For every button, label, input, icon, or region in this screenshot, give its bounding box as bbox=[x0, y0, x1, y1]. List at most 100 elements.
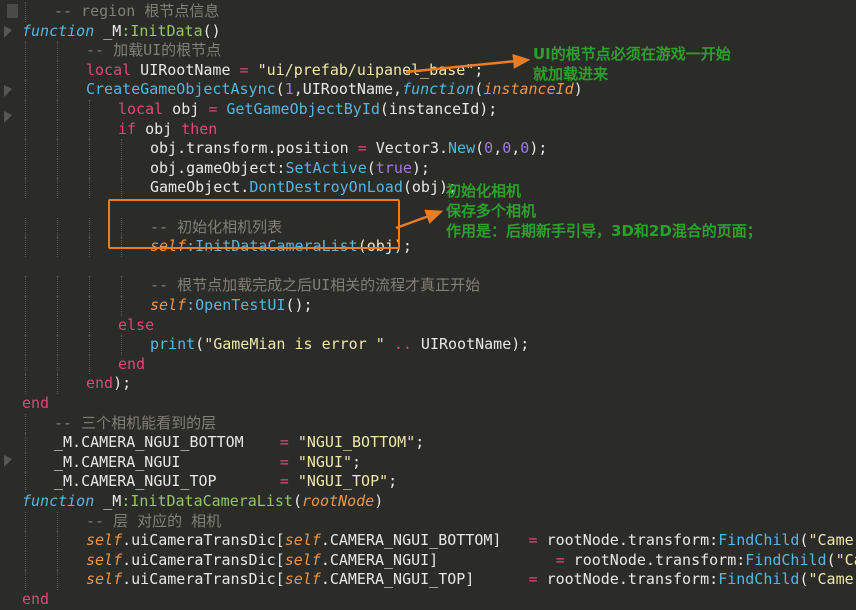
code-token: GetGameObjectById bbox=[226, 100, 380, 118]
code-token: -- 三个相机能看到的层 bbox=[54, 414, 216, 432]
code-token: _M.CAMERA_NGUI_TOP bbox=[54, 472, 217, 490]
code-token: ( bbox=[799, 531, 808, 549]
code-token: end bbox=[86, 374, 113, 392]
code-token: self bbox=[285, 551, 321, 569]
code-token: :InitData bbox=[121, 22, 202, 40]
code-editor[interactable]: -- region 根节点信息function _M:InitData()-- … bbox=[0, 0, 856, 562]
code-token: _M bbox=[103, 492, 121, 510]
code-token: DontDestroyOnLoad bbox=[249, 178, 403, 196]
code-token: , bbox=[511, 139, 520, 157]
code-token bbox=[289, 453, 298, 471]
code-token: ( bbox=[799, 570, 808, 588]
code-token: () bbox=[203, 22, 221, 40]
code-token: "NGUI_TOP" bbox=[298, 472, 388, 490]
code-token: ); bbox=[412, 159, 430, 177]
code-token: FindChild bbox=[718, 570, 799, 588]
code-token: function bbox=[402, 80, 474, 98]
code-content[interactable]: -- region 根节点信息function _M:InitData()-- … bbox=[0, 0, 856, 562]
code-line: end bbox=[22, 590, 49, 610]
code-token: ) bbox=[374, 492, 383, 510]
code-token: = bbox=[208, 100, 217, 118]
indent-guide bbox=[25, 570, 27, 590]
code-token: rootNode bbox=[302, 492, 374, 510]
code-token: rootNode.transform: bbox=[565, 551, 746, 569]
code-token: :InitDataCameraList bbox=[121, 492, 293, 510]
code-token bbox=[180, 453, 279, 471]
code-token bbox=[289, 472, 298, 490]
code-token: .uiCameraTransDic[ bbox=[122, 570, 285, 588]
code-token: local bbox=[118, 100, 163, 118]
code-token: ,UIRootName, bbox=[294, 80, 402, 98]
code-line: -- region 根节点信息 bbox=[54, 2, 219, 22]
code-token: -- 根节点加载完成之后UI相关的流程才真正开始 bbox=[150, 276, 480, 294]
code-token: ); bbox=[529, 139, 547, 157]
code-token: obj.gameObject: bbox=[150, 159, 285, 177]
code-token: .uiCameraTransDic[ bbox=[122, 551, 285, 569]
code-token: rootNode.transform: bbox=[538, 531, 719, 549]
code-line: _M.CAMERA_NGUI = "NGUI"; bbox=[54, 453, 361, 473]
code-token: self bbox=[86, 551, 122, 569]
code-line: end bbox=[118, 355, 145, 375]
code-token: obj bbox=[136, 120, 181, 138]
code-token: obj.transform.position bbox=[150, 139, 358, 157]
code-token: = bbox=[240, 61, 249, 79]
code-token: ( bbox=[293, 492, 302, 510]
code-line: end); bbox=[86, 374, 131, 394]
code-token: .CAMERA_NGUI] bbox=[321, 551, 438, 569]
code-line: self:OpenTestUI(); bbox=[150, 296, 313, 316]
code-token: "Camera" bbox=[836, 551, 856, 569]
code-token: ; bbox=[352, 453, 361, 471]
code-token: self bbox=[150, 296, 186, 314]
code-token: ; bbox=[415, 433, 424, 451]
code-line: GameObject.DontDestroyOnLoad(obj); bbox=[150, 178, 457, 198]
code-token bbox=[244, 433, 280, 451]
code-line: function _M:InitDataCameraList(rootNode) bbox=[22, 492, 383, 512]
code-line: obj.gameObject:SetActive(true); bbox=[150, 159, 430, 179]
code-line: -- 三个相机能看到的层 bbox=[54, 414, 216, 434]
code-token: "CameraBottom" bbox=[809, 531, 856, 549]
indent-guide bbox=[57, 570, 59, 590]
code-token: GameObject. bbox=[150, 178, 249, 196]
code-token: = bbox=[280, 433, 289, 451]
code-token: "CameraTop" bbox=[809, 570, 856, 588]
code-token: UIRootName); bbox=[412, 335, 529, 353]
code-token: self bbox=[86, 570, 122, 588]
code-line: _M.CAMERA_NGUI_BOTTOM = "NGUI_BOTTOM"; bbox=[54, 433, 424, 453]
code-token: ( bbox=[276, 80, 285, 98]
code-token: else bbox=[118, 316, 154, 334]
code-token: = bbox=[529, 531, 538, 549]
code-token: then bbox=[181, 120, 217, 138]
code-token: = bbox=[280, 453, 289, 471]
code-token: "NGUI_BOTTOM" bbox=[298, 433, 415, 451]
code-line: self.uiCameraTransDic[self.CAMERA_NGUI] … bbox=[86, 551, 856, 571]
code-token: ( bbox=[195, 335, 204, 353]
code-token: = bbox=[529, 570, 538, 588]
code-line: local UIRootName = "ui/prefab/uipanel_ba… bbox=[86, 61, 483, 81]
code-token: SetActive bbox=[285, 159, 366, 177]
code-token: New bbox=[448, 139, 475, 157]
code-token: self bbox=[86, 531, 122, 549]
code-token: .. bbox=[394, 335, 412, 353]
code-line: self.uiCameraTransDic[self.CAMERA_NGUI_B… bbox=[86, 531, 856, 551]
code-token bbox=[438, 551, 555, 569]
code-token: FindChild bbox=[718, 531, 799, 549]
code-line: -- 加载UI的根节点 bbox=[86, 41, 221, 61]
code-line: obj.transform.position = Vector3.New(0,0… bbox=[150, 139, 547, 159]
code-token: (obj); bbox=[358, 237, 412, 255]
code-token: ; bbox=[388, 472, 397, 490]
code-token: :OpenTestUI bbox=[186, 296, 285, 314]
code-token: 根节点信息 bbox=[144, 2, 219, 20]
code-line: self.uiCameraTransDic[self.CAMERA_NGUI_T… bbox=[86, 570, 856, 590]
code-token: (instanceId); bbox=[380, 100, 497, 118]
code-token: , bbox=[493, 139, 502, 157]
code-token: "NGUI" bbox=[298, 453, 352, 471]
code-token: "ui/prefab/uipanel_base" bbox=[258, 61, 475, 79]
code-token: -- region bbox=[54, 2, 144, 20]
code-token: -- 加载UI的根节点 bbox=[86, 41, 221, 59]
code-token bbox=[94, 22, 103, 40]
code-token: -- 层 对应的 相机 bbox=[86, 512, 221, 530]
code-token bbox=[501, 531, 528, 549]
code-line: -- 初始化相机列表 bbox=[150, 218, 282, 238]
code-token: .CAMERA_NGUI_TOP] bbox=[321, 570, 475, 588]
code-token: function bbox=[22, 22, 94, 40]
